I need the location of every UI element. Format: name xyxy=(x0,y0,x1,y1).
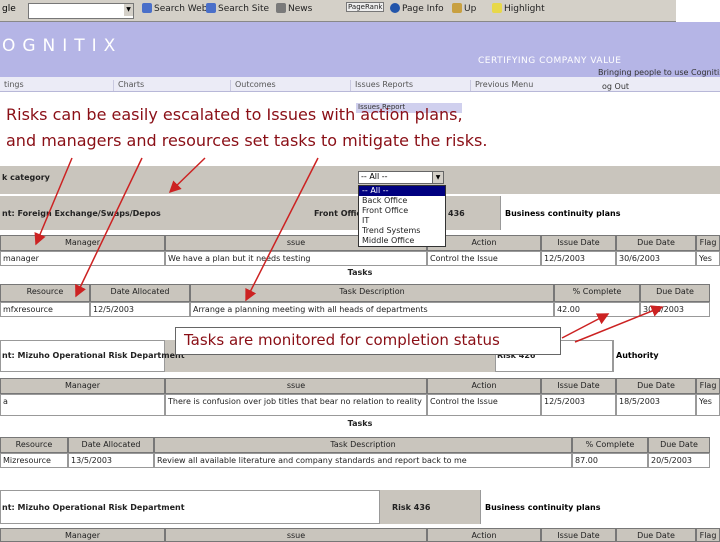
annotation-arrows xyxy=(34,157,664,343)
arrow-to-task-description xyxy=(245,157,319,302)
arrow-to-manager xyxy=(34,157,73,246)
arrow-to-resource xyxy=(75,157,143,298)
arrow-to-complete xyxy=(561,313,610,339)
arrow-to-category xyxy=(168,157,206,194)
